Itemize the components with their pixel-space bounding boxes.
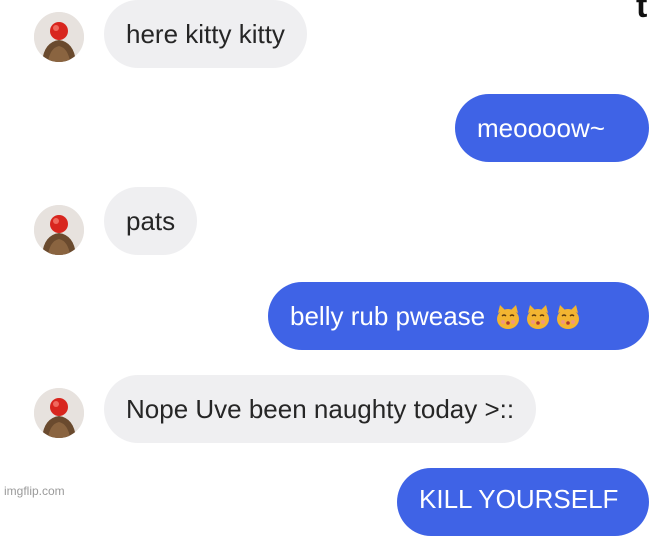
kissing-cat-emoji-icon <box>497 305 520 330</box>
incoming-message-bubble[interactable]: Nope Uve been naughty today >:: <box>104 375 537 443</box>
message-text: Nope Uve been naughty today >:: <box>126 394 515 424</box>
kissing-cat-emoji-icon <box>527 305 550 330</box>
outgoing-message-bubble[interactable]: belly rub pwease <box>268 282 649 350</box>
contact-avatar[interactable] <box>34 205 84 255</box>
message-text: here kitty kitty <box>126 19 285 49</box>
watermark: imgflip.com <box>4 484 65 498</box>
contact-avatar[interactable] <box>34 388 84 438</box>
chat-thread[interactable]: t here kitty kitty meoooow~ pats belly r… <box>0 0 663 536</box>
message-text: pats <box>126 206 176 236</box>
emoji-group <box>491 303 581 333</box>
contact-avatar[interactable] <box>34 12 84 62</box>
avatar-image-icon <box>34 205 84 255</box>
outgoing-message-bubble[interactable]: KILL YOURSELF <box>397 468 649 536</box>
message-text: meoooow~ <box>477 113 605 143</box>
incoming-message-bubble[interactable]: here kitty kitty <box>104 0 307 68</box>
message-text: belly rub pwease <box>290 301 486 331</box>
incoming-message-bubble[interactable]: pats <box>104 187 198 255</box>
kissing-cat-emoji-icon <box>557 305 580 330</box>
avatar-image-icon <box>34 388 84 438</box>
avatar-image-icon <box>34 12 84 62</box>
cropped-corner-glyph: t <box>636 0 648 25</box>
message-text: KILL YOURSELF <box>419 484 619 514</box>
outgoing-message-bubble[interactable]: meoooow~ <box>455 94 649 162</box>
